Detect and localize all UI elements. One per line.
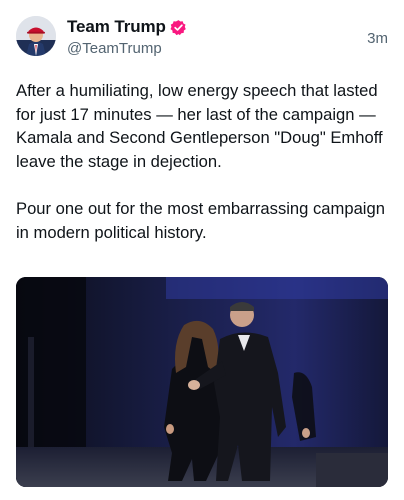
post-header: Team Trump @TeamTrump 3m bbox=[16, 16, 388, 60]
author-display-name[interactable]: Team Trump bbox=[67, 17, 166, 37]
author-handle[interactable]: @TeamTrump bbox=[67, 40, 162, 57]
verified-badge-icon bbox=[170, 19, 187, 36]
profile-photo-icon bbox=[16, 16, 56, 56]
author-name-row: Team Trump bbox=[67, 17, 187, 37]
post-paragraph-2: Pour one out for the most embarrassing c… bbox=[16, 198, 385, 242]
video-still-icon bbox=[16, 277, 388, 487]
post-card[interactable]: Team Trump @TeamTrump 3m After a humilia… bbox=[0, 0, 404, 500]
avatar[interactable] bbox=[16, 16, 56, 56]
post-video[interactable] bbox=[16, 277, 388, 487]
post-paragraph-1: After a humiliating, low energy speech t… bbox=[16, 81, 383, 171]
post-timestamp[interactable]: 3m bbox=[367, 30, 388, 47]
post-text: After a humiliating, low energy speech t… bbox=[16, 79, 388, 244]
